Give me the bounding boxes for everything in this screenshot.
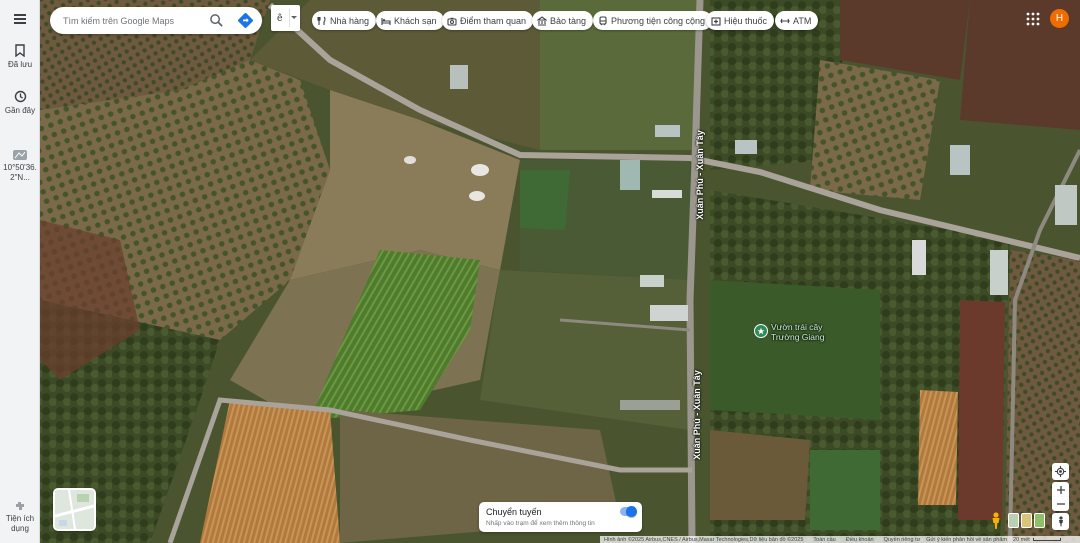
plus-icon: [1056, 485, 1065, 494]
pegman-small-icon: [1058, 516, 1063, 527]
bookmark-icon: [15, 44, 25, 57]
atm-icon: [780, 18, 790, 23]
bed-icon: [381, 17, 391, 25]
directions-icon[interactable]: [237, 12, 254, 29]
menu-icon: [14, 14, 26, 24]
apps-grid-icon[interactable]: [1026, 12, 1040, 26]
transit-card[interactable]: Chuyển tuyến Nhấp vào trạm để xem thêm t…: [479, 502, 642, 532]
chip-label: Phương tiện công cộng: [611, 15, 705, 26]
thumb-traffic[interactable]: [1021, 513, 1032, 528]
search-box[interactable]: [50, 7, 262, 34]
recent-label: Gần đây: [4, 106, 36, 115]
scale-bar[interactable]: 20 mét: [1013, 537, 1061, 543]
input-language-button[interactable]: ê: [271, 5, 300, 31]
chip-label: Hiệu thuốc: [724, 15, 768, 26]
chip-pharmacies[interactable]: Hiệu thuốc: [706, 11, 775, 30]
chip-transit[interactable]: Phương tiện công cộng: [593, 11, 712, 30]
museum-icon: [537, 15, 547, 26]
scale-label: 20 mét: [1013, 536, 1030, 543]
thumb-terrain[interactable]: [1008, 513, 1019, 528]
search-icon[interactable]: [209, 13, 224, 28]
scale-ruler: [1032, 538, 1061, 541]
chip-label: Khách sạn: [394, 15, 437, 26]
menu-button[interactable]: [0, 14, 40, 24]
chip-label: ATM: [793, 15, 812, 26]
zoom-in-button[interactable]: [1052, 482, 1069, 497]
transit-toggle[interactable]: [620, 506, 637, 517]
chip-label: Bảo tàng: [550, 15, 587, 26]
privacy-link[interactable]: Quyền riêng tư: [884, 537, 921, 543]
road-label: Xuân Phú - Xuân Tây: [695, 130, 705, 220]
my-location-button[interactable]: [1052, 463, 1069, 480]
my-location-icon: [1055, 466, 1066, 477]
transit-subtitle: Nhấp vào trạm để xem thêm thông tin: [486, 520, 595, 527]
history-icon: [14, 90, 26, 103]
chevron-down-icon[interactable]: [291, 16, 297, 19]
street-view-button[interactable]: [1052, 513, 1069, 530]
global-link[interactable]: Toàn cầu: [813, 537, 835, 543]
transit-title: Chuyển tuyến: [486, 507, 542, 517]
extension-icon: [15, 502, 24, 510]
camera-icon: [447, 17, 457, 26]
minus-icon: [1056, 503, 1065, 505]
saved-label: Đã lưu: [7, 60, 33, 69]
recent-button[interactable]: Gần đây: [0, 90, 40, 116]
chip-label: Nhà hàng: [330, 15, 370, 26]
apps-extension-button[interactable]: Tiện ích dụng: [0, 500, 40, 534]
poi-name[interactable]: Vườn trái cây Trường Giang: [771, 322, 851, 342]
chip-hotels[interactable]: Khách sạn: [376, 11, 444, 30]
chip-attractions[interactable]: Điểm tham quan: [442, 11, 534, 30]
saved-button[interactable]: Đã lưu: [0, 44, 40, 70]
chip-label: Điểm tham quan: [460, 15, 527, 26]
search-input[interactable]: [63, 15, 203, 26]
layers-toggle[interactable]: [53, 488, 96, 531]
bottom-label: Tiện ích dụng: [5, 514, 35, 533]
park-icon[interactable]: [754, 324, 768, 338]
pegman-icon[interactable]: [990, 512, 1002, 530]
terms-link[interactable]: Điều khoản: [846, 537, 874, 543]
fork-knife-icon: [317, 16, 326, 25]
satellite-thumb-icon: [13, 150, 27, 160]
coordinates-label: 10°50'36.2"N...: [3, 163, 37, 182]
satellite-map[interactable]: [0, 0, 1080, 543]
language-label: ê: [277, 12, 283, 24]
chip-museums[interactable]: Bảo tàng: [532, 11, 594, 30]
layer-quick-thumbs[interactable]: [1008, 513, 1045, 528]
road-label: Xuân Phú - Xuân Tây: [692, 370, 702, 460]
recent-place-item[interactable]: 10°50'36.2"N...: [0, 150, 40, 183]
avatar[interactable]: H: [1050, 9, 1069, 28]
chip-atm[interactable]: ATM: [775, 11, 819, 30]
thumb-biking[interactable]: [1034, 513, 1045, 528]
attribution-bar: Hình ảnh ©2025 Airbus,CNES / Airbus,Maxa…: [600, 536, 1080, 543]
divider: [289, 9, 290, 27]
pharmacy-icon: [711, 16, 721, 26]
zoom-out-button[interactable]: [1052, 497, 1069, 511]
left-rail: Đã lưu Gần đây 10°50'36.2"N... Tiện ích …: [0, 0, 40, 543]
imagery-credit: Hình ảnh ©2025 Airbus,CNES / Airbus,Maxa…: [604, 536, 804, 543]
train-icon: [599, 15, 607, 25]
map-layer-thumb-icon: [55, 490, 94, 529]
chip-restaurants[interactable]: Nhà hàng: [312, 11, 377, 30]
feedback-link[interactable]: Gửi ý kiến phản hồi về sản phẩm: [926, 537, 1007, 543]
